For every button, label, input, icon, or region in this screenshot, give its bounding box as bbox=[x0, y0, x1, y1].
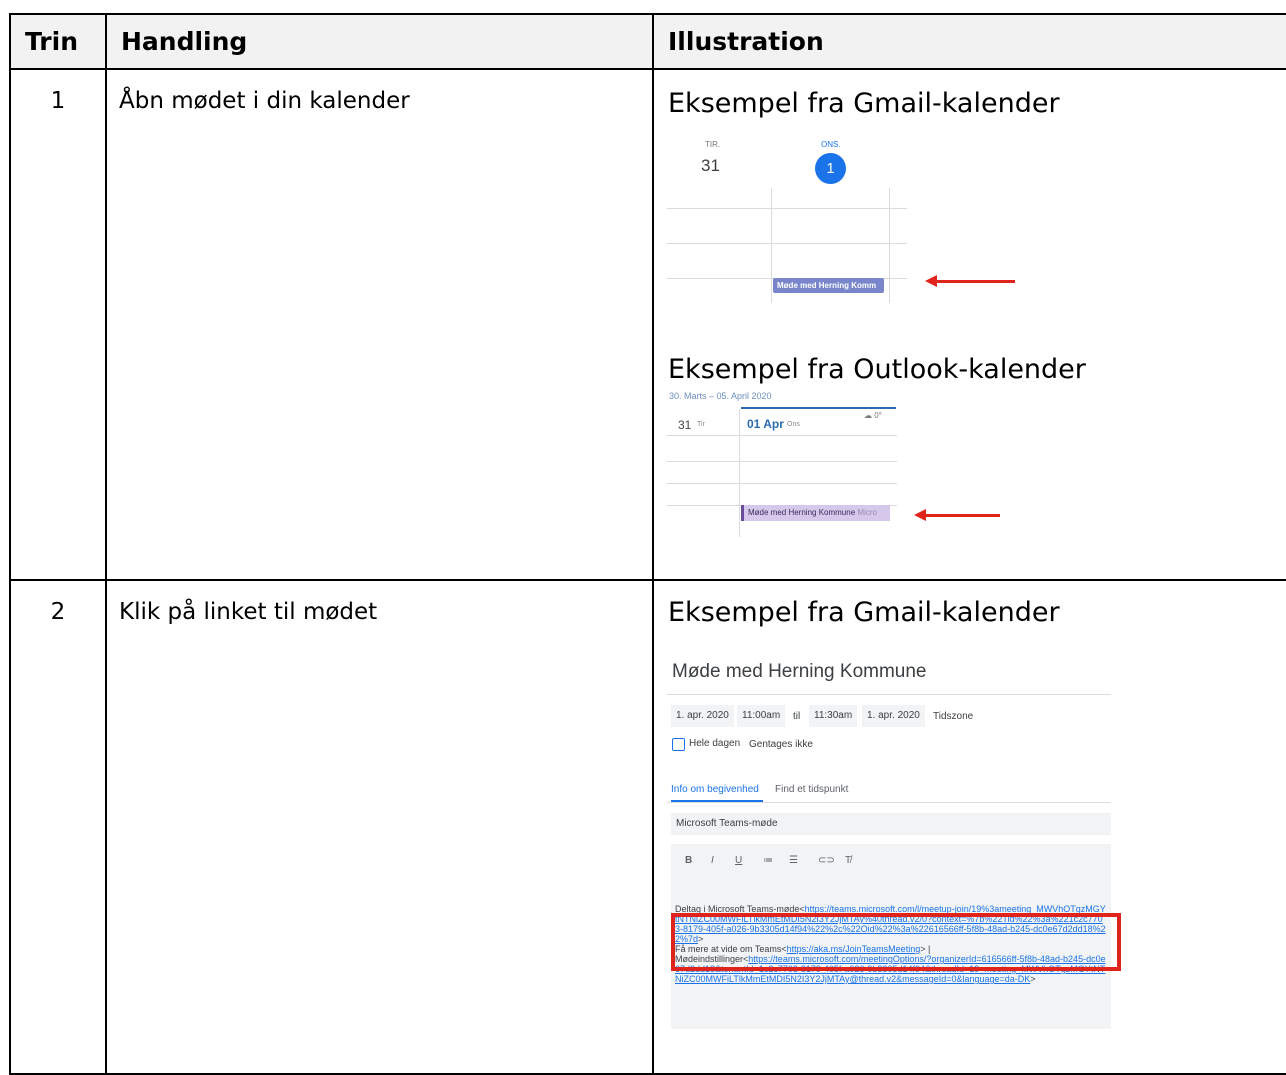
header-illustration: Illustration bbox=[652, 13, 1286, 70]
all-day-label: Hele dagen bbox=[689, 738, 741, 749]
table-row: 2 Klik på linket til mødet Eksempel fra … bbox=[9, 579, 1286, 1075]
italic-icon[interactable]: I bbox=[711, 855, 714, 866]
day-name: Tir bbox=[697, 421, 705, 428]
gmail-calendar-screenshot: TIR. 31 ONS. 1 Møde med Herning Komm bbox=[667, 130, 907, 305]
selected-day-bar bbox=[741, 407, 896, 409]
table-row: 1 Åbn mødet i din kalender Eksempel fra … bbox=[9, 68, 1286, 581]
numbered-list-icon[interactable]: ≔ bbox=[763, 855, 773, 866]
illustration-cell: Eksempel fra Gmail-kalender TIR. 31 ONS.… bbox=[652, 68, 1286, 581]
grid-line bbox=[667, 243, 907, 244]
instruction-table: Trin Handling Illustration 1 Åbn mødet i… bbox=[9, 13, 1286, 1075]
day-number: 31 bbox=[678, 418, 692, 432]
day-name: Ons bbox=[787, 421, 800, 428]
action-cell: Klik på linket til mødet bbox=[105, 579, 654, 1075]
gmail-event-detail-screenshot: Møde med Herning Kommune 1. apr. 2020 11… bbox=[667, 661, 1121, 1041]
action-text: Klik på linket til mødet bbox=[119, 599, 378, 625]
action-cell: Åbn mødet i din kalender bbox=[105, 68, 654, 581]
divider bbox=[667, 802, 1111, 803]
grid-line bbox=[667, 461, 897, 462]
outlook-calendar-screenshot: 30. Marts – 05. April 2020 31 Tir 01 Apr… bbox=[667, 387, 897, 537]
header-action: Handling bbox=[105, 13, 654, 70]
calendar-event[interactable]: Møde med Herning Komm bbox=[773, 278, 884, 293]
current-day: 01 Apr bbox=[747, 417, 784, 431]
bold-icon[interactable]: B bbox=[685, 855, 692, 866]
day-number: 31 bbox=[701, 156, 720, 175]
start-date[interactable]: 1. apr. 2020 bbox=[671, 705, 734, 727]
step-number: 2 bbox=[50, 599, 66, 625]
date-range[interactable]: 30. Marts – 05. April 2020 bbox=[669, 391, 772, 401]
timezone-link[interactable]: Tidszone bbox=[933, 711, 973, 722]
underline-icon[interactable]: U bbox=[735, 855, 742, 866]
grid-line bbox=[889, 188, 890, 303]
location-field[interactable]: Microsoft Teams-møde bbox=[671, 813, 1111, 835]
gmail-heading: Eksempel fra Gmail-kalender bbox=[668, 88, 1060, 119]
action-text: Åbn mødet i din kalender bbox=[119, 88, 410, 114]
step-cell: 1 bbox=[9, 68, 107, 581]
clear-format-icon[interactable]: T̸ bbox=[845, 855, 851, 866]
step-number: 1 bbox=[50, 88, 66, 114]
til-label: til bbox=[793, 711, 801, 722]
end-date[interactable]: 1. apr. 2020 bbox=[862, 705, 925, 727]
day-label: TIR. bbox=[705, 140, 721, 149]
start-time[interactable]: 11:00am bbox=[737, 705, 786, 727]
weather-icon: ☁ 0° bbox=[864, 411, 882, 420]
tab-event-info[interactable]: Info om begivenhed bbox=[671, 784, 759, 795]
header-step: Trin bbox=[9, 13, 107, 70]
current-day[interactable]: 1 bbox=[815, 153, 846, 184]
all-day-checkbox[interactable] bbox=[672, 738, 685, 751]
end-time[interactable]: 11:30am bbox=[809, 705, 858, 727]
day-label: ONS. bbox=[821, 140, 841, 149]
link-icon[interactable]: ⊂⊃ bbox=[818, 855, 835, 866]
grid-line bbox=[667, 483, 897, 484]
grid-line bbox=[667, 435, 897, 436]
illustration-cell: Eksempel fra Gmail-kalender Møde med Her… bbox=[652, 579, 1286, 1075]
gmail-heading: Eksempel fra Gmail-kalender bbox=[668, 597, 1060, 628]
grid-line bbox=[771, 188, 772, 303]
step-cell: 2 bbox=[9, 579, 107, 1075]
tab-find-time[interactable]: Find et tidspunkt bbox=[775, 784, 848, 795]
grid-line bbox=[739, 409, 740, 537]
calendar-event[interactable]: Møde med Herning Kommune Micro bbox=[741, 505, 890, 521]
event-title[interactable]: Møde med Herning Kommune bbox=[672, 661, 927, 683]
highlight-box bbox=[671, 913, 1121, 971]
red-arrow-icon bbox=[925, 275, 1015, 287]
red-arrow-icon bbox=[914, 509, 1000, 521]
header-row: Trin Handling Illustration bbox=[9, 13, 1286, 70]
bullet-list-icon[interactable]: ☰ bbox=[789, 855, 798, 866]
outlook-heading: Eksempel fra Outlook-kalender bbox=[668, 354, 1086, 385]
grid-line bbox=[667, 208, 907, 209]
repeat-select[interactable]: Gentages ikke bbox=[749, 739, 813, 750]
divider bbox=[667, 694, 1111, 695]
